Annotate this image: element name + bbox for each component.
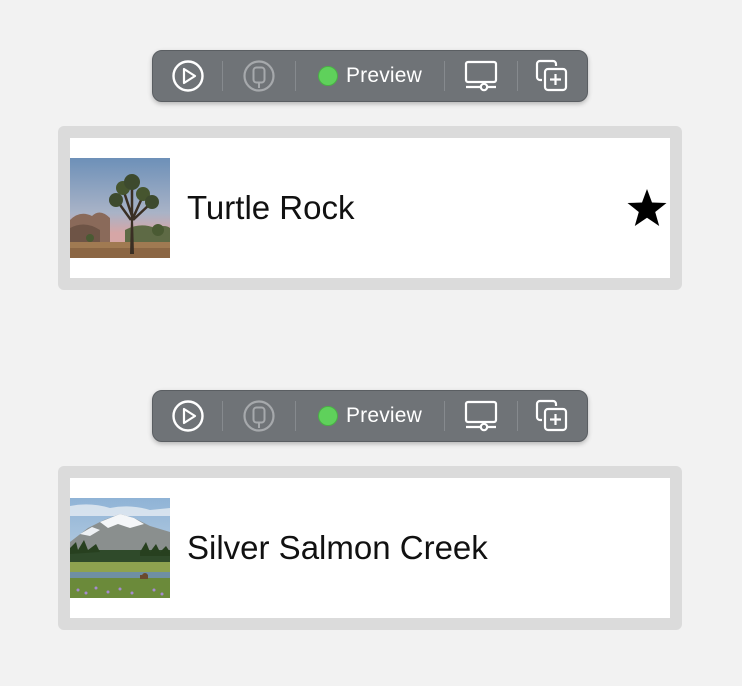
preview-status-button[interactable]: Preview <box>296 391 445 441</box>
preview-status-button[interactable]: Preview <box>296 51 445 101</box>
device-settings-button[interactable] <box>445 51 516 101</box>
preview-toolbar: Preview <box>152 390 588 442</box>
preview-frame: Silver Salmon Creek <box>58 466 682 630</box>
play-circle-icon <box>171 60 204 92</box>
star-filled-icon <box>627 189 667 226</box>
landmark-title: Silver Salmon Creek <box>187 529 488 566</box>
preview-label: Preview <box>345 64 423 87</box>
landmark-thumbnail <box>70 498 170 598</box>
preview-status-indicator <box>317 66 338 86</box>
selectable-button[interactable] <box>223 391 294 441</box>
preview-frame: Turtle Rock <box>58 126 682 290</box>
landmark-row[interactable]: Silver Salmon Creek <box>70 478 670 618</box>
device-settings-icon <box>464 60 498 92</box>
preview-toolbar: Preview <box>152 50 588 102</box>
duplicate-preview-button[interactable] <box>518 391 587 441</box>
preview-label: Preview <box>345 404 423 427</box>
device-settings-icon <box>464 400 498 432</box>
live-preview-button[interactable] <box>153 51 222 101</box>
landmark-title: Turtle Rock <box>187 189 355 226</box>
duplicate-plus-icon <box>536 399 568 432</box>
selectable-pointer-icon <box>243 60 275 92</box>
landmark-row[interactable]: Turtle Rock <box>70 138 670 278</box>
joshua-tree-photo <box>70 158 170 258</box>
landmark-thumbnail <box>70 158 170 258</box>
preview-status-indicator <box>317 406 338 426</box>
play-circle-icon <box>171 400 204 432</box>
live-preview-button[interactable] <box>153 391 222 441</box>
mountain-meadow-photo <box>70 498 170 598</box>
duplicate-plus-icon <box>536 59 568 92</box>
selectable-button[interactable] <box>223 51 294 101</box>
device-settings-button[interactable] <box>445 391 516 441</box>
duplicate-preview-button[interactable] <box>518 51 587 101</box>
selectable-pointer-icon <box>243 400 275 432</box>
